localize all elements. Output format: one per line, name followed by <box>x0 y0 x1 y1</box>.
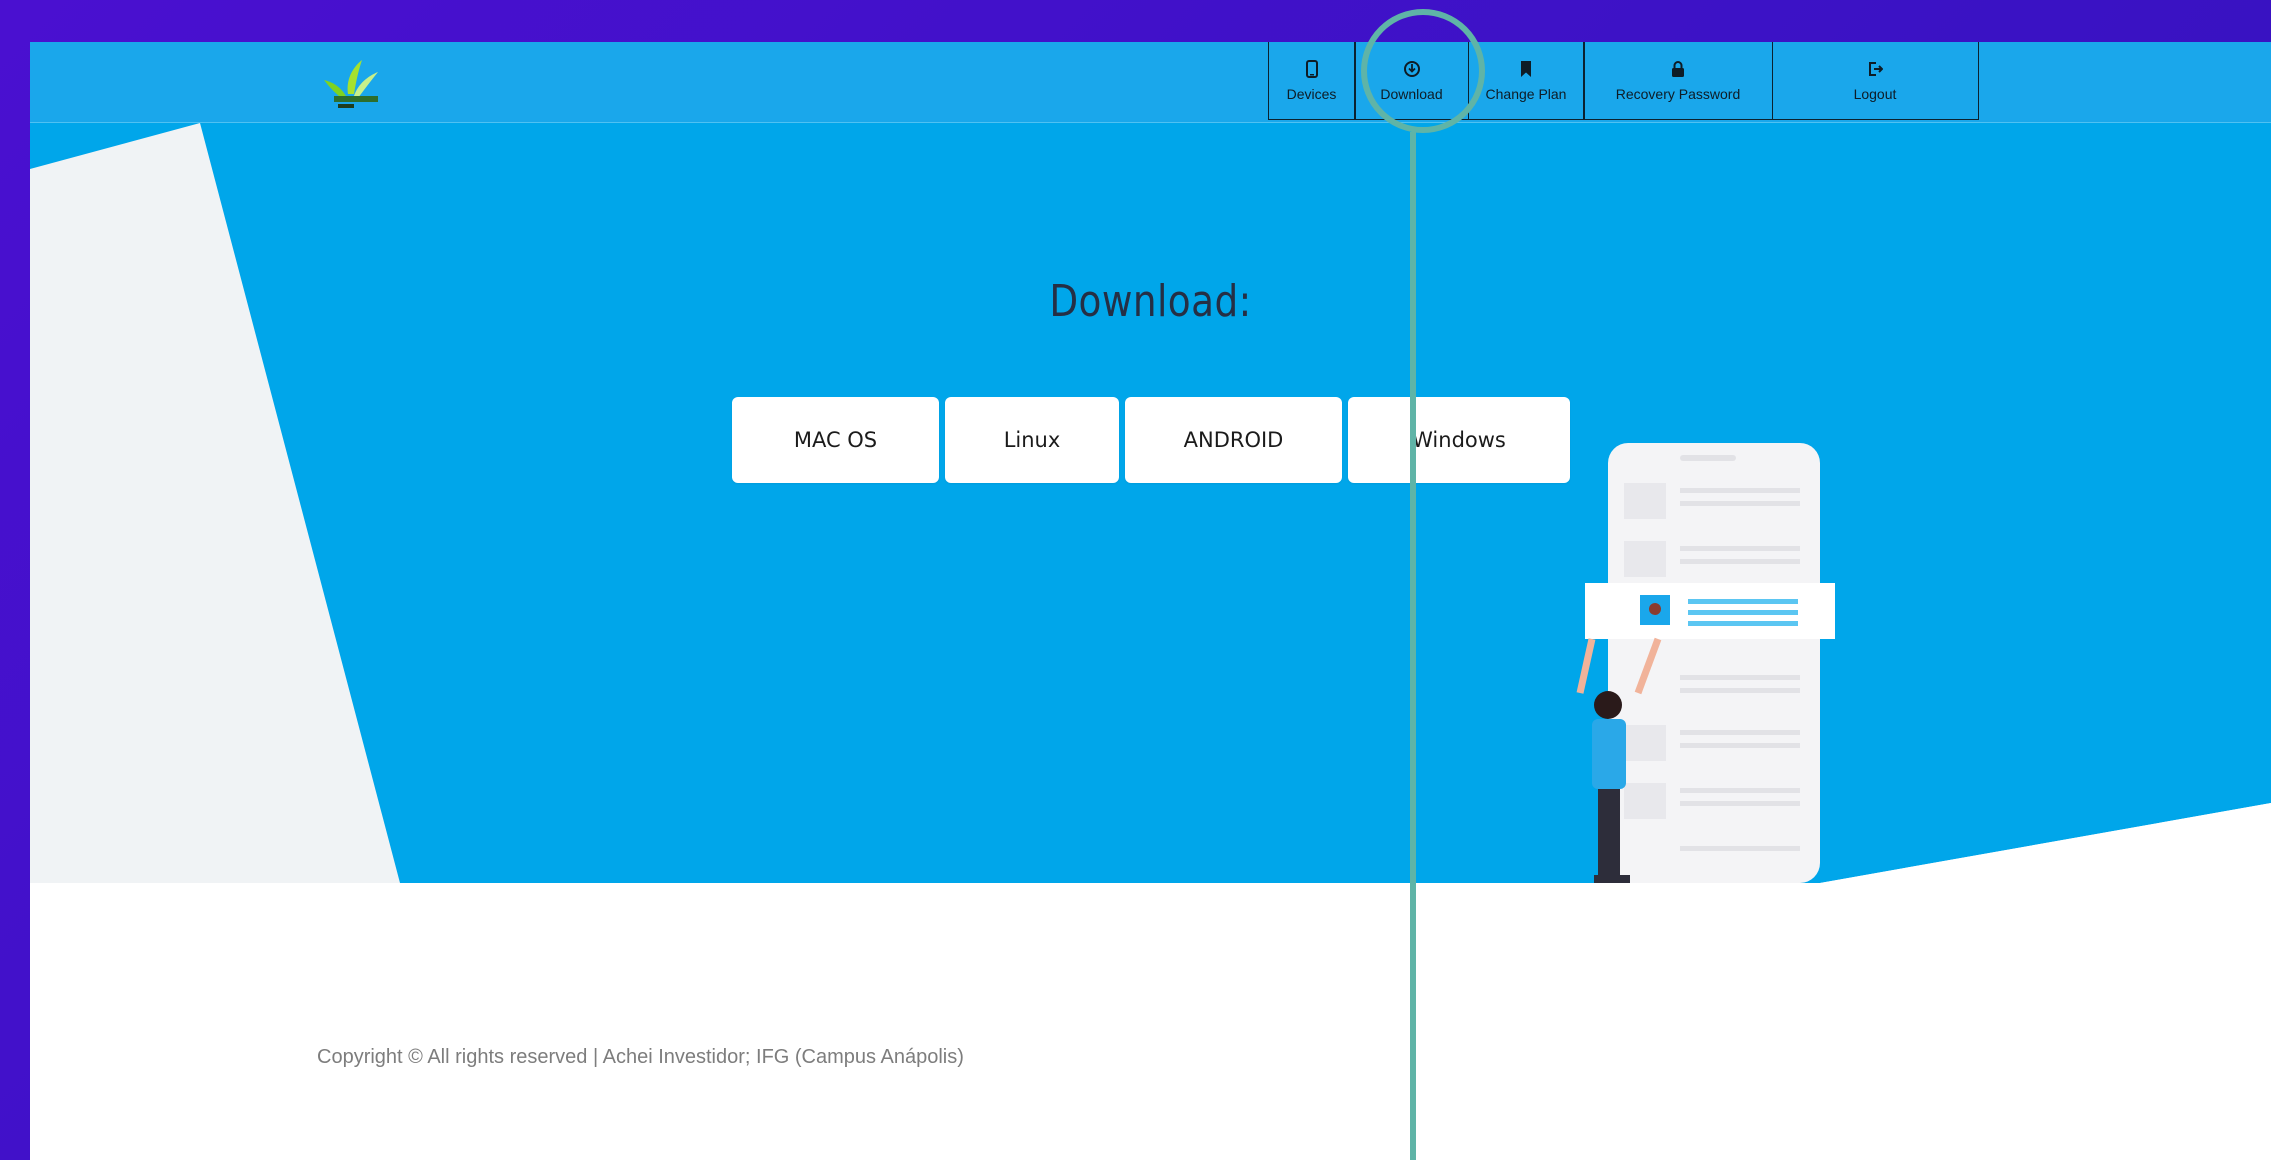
nav-logout[interactable]: Logout <box>1771 42 1979 120</box>
phone-person-illustration <box>1576 443 1835 883</box>
nav-recovery-password[interactable]: Recovery Password <box>1583 42 1773 120</box>
top-navigation-bar: Devices Download Change Plan Recovery Pa… <box>30 42 2271 123</box>
highlight-circle <box>1361 9 1485 133</box>
download-hero-section: Download: MAC OS Linux ANDROID Windows <box>30 123 2271 883</box>
platform-buttons: MAC OS Linux ANDROID Windows <box>732 397 1576 483</box>
logout-icon <box>1869 61 1883 76</box>
app-window: Devices Download Change Plan Recovery Pa… <box>30 42 2271 1160</box>
nav-logout-label: Logout <box>1853 85 1897 102</box>
nav-devices[interactable]: Devices <box>1267 42 1356 120</box>
nav-recovery-password-label: Recovery Password <box>1615 85 1741 102</box>
macos-button[interactable]: MAC OS <box>732 397 939 483</box>
footer-copyright: Copyright © All rights reserved | Achei … <box>317 1046 964 1068</box>
brand-logo[interactable] <box>318 56 388 112</box>
windows-button[interactable]: Windows <box>1348 397 1570 483</box>
phone-icon <box>1305 59 1318 78</box>
download-title: Download: <box>1049 276 1252 327</box>
hero-background-shape <box>30 123 2271 883</box>
nav-devices-label: Devices <box>1286 85 1337 102</box>
bookmark-icon <box>1521 60 1531 77</box>
nav-change-plan-label: Change Plan <box>1485 85 1567 102</box>
android-button[interactable]: ANDROID <box>1125 397 1342 483</box>
lock-icon <box>1672 60 1684 77</box>
highlight-pointer-line <box>1410 132 1416 1160</box>
linux-button[interactable]: Linux <box>945 397 1119 483</box>
nav-change-plan[interactable]: Change Plan <box>1467 42 1585 120</box>
